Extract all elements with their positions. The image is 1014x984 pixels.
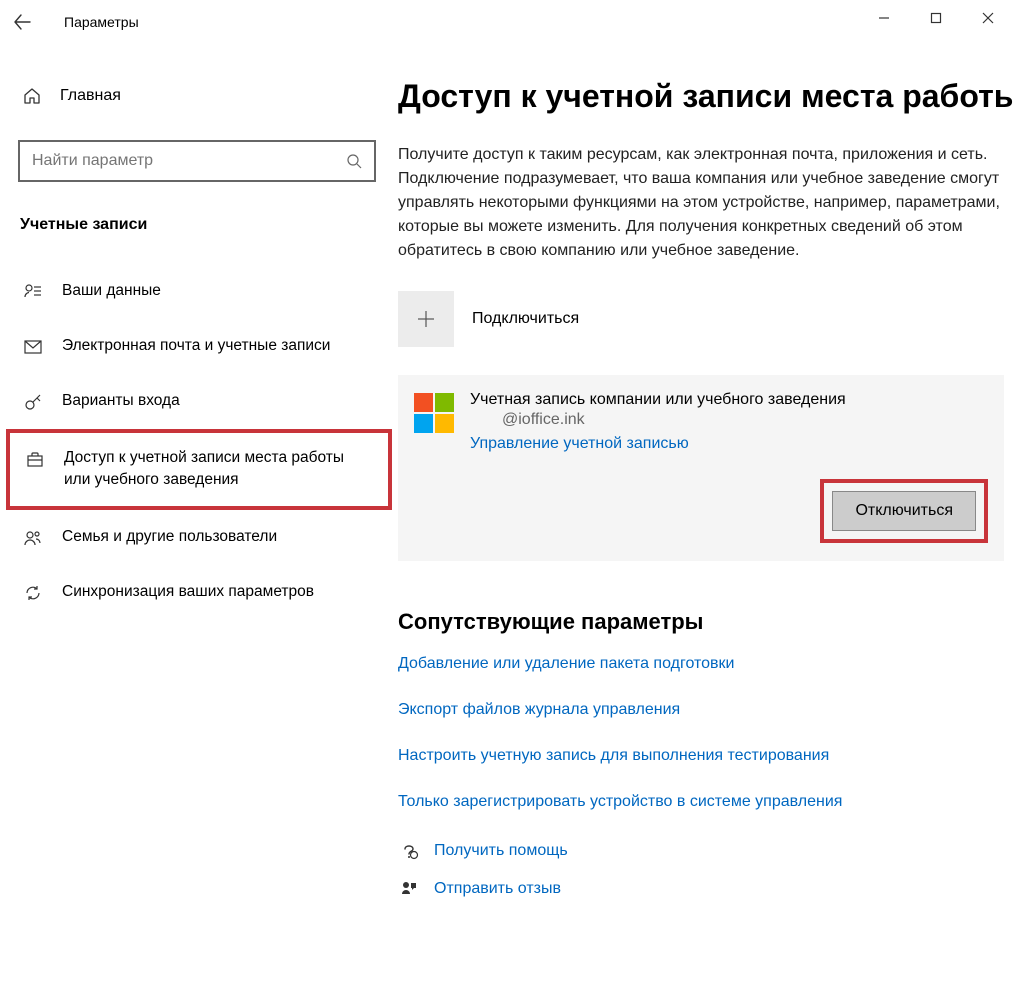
- sync-icon: [22, 582, 44, 604]
- microsoft-logo-icon: [414, 393, 454, 433]
- back-arrow-icon: [13, 13, 31, 31]
- titlebar: Параметры: [0, 0, 1014, 44]
- related-heading: Сопутствующие параметры: [398, 609, 1014, 635]
- sidebar-item-work-access[interactable]: Доступ к учетной записи места работы или…: [6, 429, 392, 510]
- search-input[interactable]: [32, 152, 346, 170]
- page-title: Доступ к учетной записи места работы: [398, 78, 1014, 115]
- briefcase-icon: [24, 448, 46, 470]
- sidebar-item-signin[interactable]: Варианты входа: [0, 374, 398, 429]
- minimize-button[interactable]: [858, 0, 910, 36]
- close-icon: [982, 12, 994, 24]
- people-icon: [22, 527, 44, 549]
- connect-label: Подключиться: [472, 310, 579, 328]
- back-button[interactable]: [0, 0, 44, 44]
- disconnect-button[interactable]: Отключиться: [832, 491, 976, 531]
- page-description: Получите доступ к таким ресурсам, как эл…: [398, 143, 1014, 263]
- sidebar-item-label: Ваши данные: [62, 280, 161, 302]
- sidebar: Главная Учетные записи Ваши данные Элект…: [0, 44, 398, 984]
- account-card[interactable]: Учетная запись компании или учебного зав…: [398, 375, 1004, 561]
- window-controls: [858, 0, 1014, 36]
- user-badge-icon: [22, 281, 44, 303]
- search-input-wrapper[interactable]: [18, 140, 376, 182]
- sidebar-item-email[interactable]: Электронная почта и учетные записи: [0, 319, 398, 374]
- related-link-provisioning[interactable]: Добавление или удаление пакета подготовк…: [398, 655, 1014, 673]
- maximize-button[interactable]: [910, 0, 962, 36]
- related-link-test-account[interactable]: Настроить учетную запись для выполнения …: [398, 747, 1014, 765]
- feedback-link[interactable]: Отправить отзыв: [398, 879, 1014, 899]
- sidebar-home-label: Главная: [60, 87, 121, 105]
- main-content: Доступ к учетной записи места работы Пол…: [398, 44, 1014, 984]
- sidebar-item-family[interactable]: Семья и другие пользователи: [0, 510, 398, 565]
- mail-icon: [22, 336, 44, 358]
- maximize-icon: [930, 12, 942, 24]
- sidebar-item-label: Семья и другие пользователи: [62, 526, 277, 548]
- get-help-link[interactable]: Получить помощь: [398, 841, 1014, 861]
- sidebar-item-label: Варианты входа: [62, 390, 180, 412]
- connect-row: Подключиться: [398, 291, 1014, 347]
- home-icon: [22, 86, 42, 106]
- window-title: Параметры: [64, 14, 139, 30]
- account-name: Учетная запись компании или учебного зав…: [470, 391, 846, 409]
- sidebar-section-title: Учетные записи: [20, 216, 398, 234]
- sidebar-item-your-info[interactable]: Ваши данные: [0, 264, 398, 319]
- disconnect-highlight: Отключиться: [820, 479, 988, 543]
- account-email: @ioffice.ink: [470, 411, 846, 429]
- sidebar-nav: Ваши данные Электронная почта и учетные …: [0, 264, 398, 620]
- sidebar-item-label: Синхронизация ваших параметров: [62, 581, 314, 603]
- sidebar-item-label: Доступ к учетной записи места работы или…: [64, 447, 370, 492]
- get-help-label: Получить помощь: [434, 842, 568, 860]
- sidebar-item-sync[interactable]: Синхронизация ваших параметров: [0, 565, 398, 620]
- close-button[interactable]: [962, 0, 1014, 36]
- related-link-export-logs[interactable]: Экспорт файлов журнала управления: [398, 701, 1014, 719]
- related-link-enroll-only[interactable]: Только зарегистрировать устройство в сис…: [398, 793, 1014, 811]
- feedback-icon: [398, 879, 420, 899]
- minimize-icon: [878, 12, 890, 24]
- feedback-label: Отправить отзыв: [434, 880, 561, 898]
- plus-icon: [415, 308, 437, 330]
- key-icon: [22, 391, 44, 413]
- search-icon: [346, 153, 362, 169]
- help-icon: [398, 841, 420, 861]
- manage-account-link[interactable]: Управление учетной записью: [470, 435, 846, 453]
- sidebar-item-label: Электронная почта и учетные записи: [62, 335, 330, 357]
- sidebar-home[interactable]: Главная: [0, 68, 398, 124]
- connect-button[interactable]: [398, 291, 454, 347]
